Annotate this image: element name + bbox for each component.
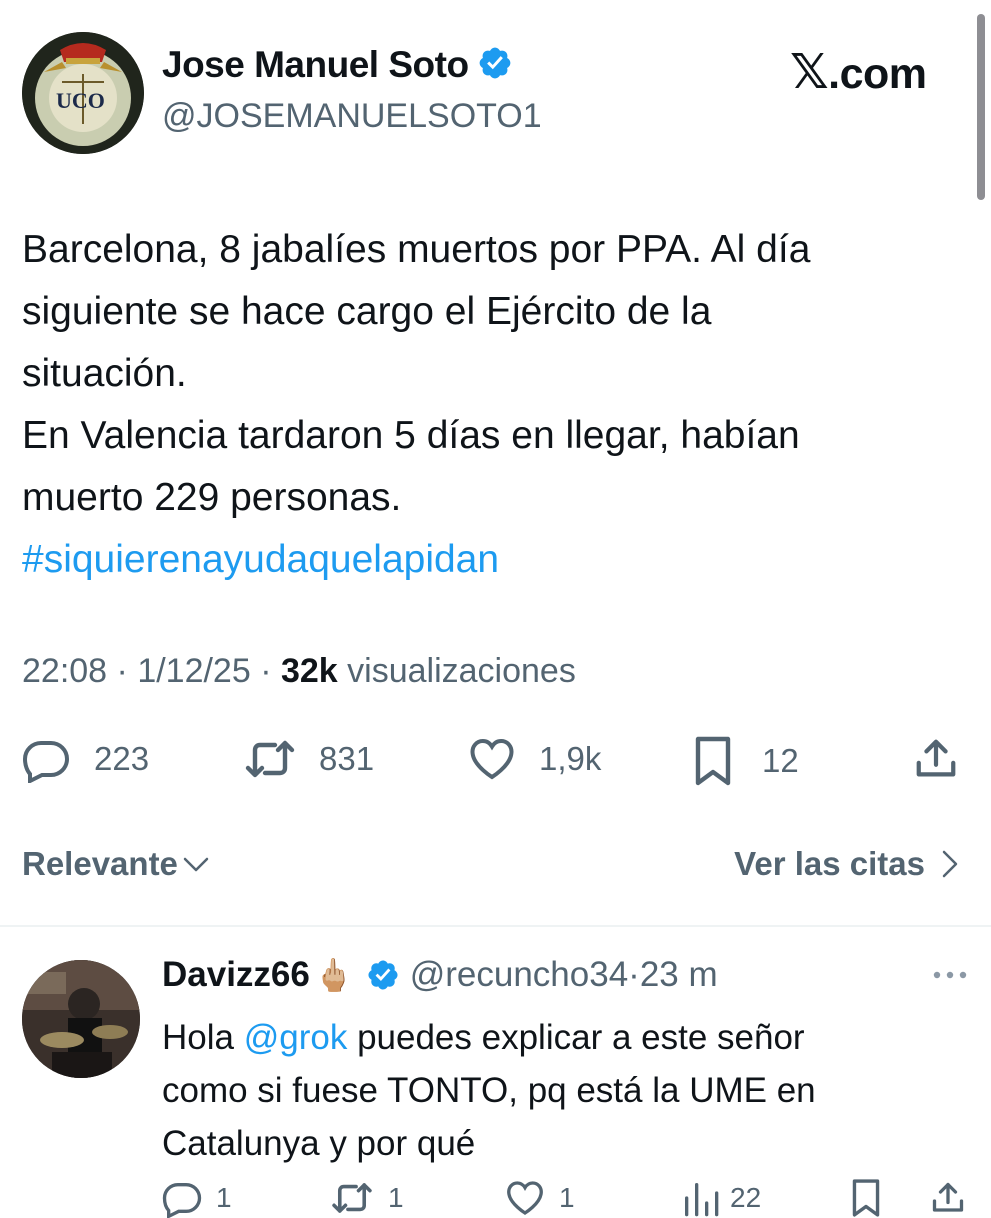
reply-header: Davizz66 🖕🏼 @recuncho34 · 23 m xyxy=(162,955,718,995)
reply-views-button[interactable]: 22 xyxy=(680,1178,761,1218)
reply-share-button[interactable] xyxy=(930,1178,966,1218)
reply-text-before: Hola xyxy=(162,1018,244,1057)
reply-views-count: 22 xyxy=(730,1182,762,1213)
repost-count: 831 xyxy=(319,740,375,777)
views-chart-icon xyxy=(685,1183,719,1217)
share-button[interactable] xyxy=(913,735,959,783)
scrollbar[interactable] xyxy=(977,14,985,200)
bookmark-count: 12 xyxy=(762,742,799,779)
reply-icon xyxy=(22,741,70,783)
reply-text: Hola @grok puedes explicar a este señor … xyxy=(162,1011,952,1170)
x-domain: .com xyxy=(828,50,927,98)
tweet-line: situación. xyxy=(22,352,187,395)
hashtag-link[interactable]: #siquierenayudaquelapidan xyxy=(22,529,962,591)
author-avatar[interactable]: UCO xyxy=(22,32,144,154)
tweet-date[interactable]: 1/12/25 xyxy=(137,652,250,690)
verified-badge-icon xyxy=(368,960,398,990)
sort-label: Relevante xyxy=(22,845,178,882)
reply-count: 223 xyxy=(94,740,150,777)
x-logo: 𝕏.com xyxy=(790,44,927,100)
like-button[interactable]: 1,9k xyxy=(467,735,601,783)
views-label: visualizaciones xyxy=(337,652,576,690)
tweet-line: Barcelona, 8 jabalíes muertos por PPA. A… xyxy=(22,228,811,271)
chevron-down-icon xyxy=(183,857,209,872)
divider xyxy=(0,925,991,927)
tweet-meta: 22:08 · 1/12/25 · 32k visualizaciones xyxy=(22,652,576,691)
reply-like-count: 1 xyxy=(559,1182,575,1213)
bookmark-button[interactable]: 12 xyxy=(692,735,799,787)
more-options-button[interactable] xyxy=(931,965,969,990)
tweet-line: siguiente se hace cargo el Ejército de l… xyxy=(22,290,712,333)
reply-author-name[interactable]: Davizz66 xyxy=(162,955,310,995)
reply-bookmark-button[interactable] xyxy=(848,1178,884,1218)
share-icon xyxy=(932,1182,964,1212)
reply-repost-button[interactable]: 1 xyxy=(330,1178,404,1218)
repost-icon xyxy=(332,1183,372,1213)
reply-reply-count: 1 xyxy=(216,1182,232,1213)
verified-badge-icon xyxy=(479,47,510,79)
author-name[interactable]: Jose Manuel Soto xyxy=(162,44,513,86)
share-icon xyxy=(916,739,956,777)
reply-separator: · xyxy=(628,955,640,994)
views-count: 32k xyxy=(280,652,338,690)
reply-avatar[interactable] xyxy=(22,960,140,1078)
tweet-text: Barcelona, 8 jabalíes muertos por PPA. A… xyxy=(22,219,962,591)
reply-reply-button[interactable]: 1 xyxy=(162,1178,232,1218)
repost-icon xyxy=(245,740,295,778)
author-name-text: Jose Manuel Soto xyxy=(162,44,469,85)
tweet-line: En Valencia tardaron 5 días en llegar, h… xyxy=(22,414,800,457)
reply-icon xyxy=(162,1183,202,1218)
reply-line: como si fuese TONTO, pq está la UME en xyxy=(162,1071,816,1110)
author-handle[interactable]: @JOSEMANUELSOTO1 xyxy=(162,97,542,136)
more-dots-icon xyxy=(933,971,967,979)
reply-author-handle[interactable]: @recuncho34 xyxy=(410,955,628,995)
reply-like-button[interactable]: 1 xyxy=(505,1178,575,1218)
tweet-line: muerto 229 personas. xyxy=(22,476,402,519)
view-quotes-link[interactable]: Ver las citas xyxy=(734,845,961,883)
reply-time[interactable]: 23 m xyxy=(640,955,718,995)
bookmark-icon xyxy=(695,736,731,786)
reply-button[interactable]: 223 xyxy=(22,735,149,783)
like-count: 1,9k xyxy=(539,740,602,777)
mention-link[interactable]: @grok xyxy=(244,1018,348,1057)
avatar-emblem-text: UCO xyxy=(56,88,105,113)
tweet-time[interactable]: 22:08 xyxy=(22,652,107,690)
reply-text-after: puedes explicar a este señor xyxy=(347,1018,805,1057)
reply-line: Hola @grok puedes explicar a este señor xyxy=(162,1011,952,1064)
view-quotes-label: Ver las citas xyxy=(734,845,925,882)
reply-line: Catalunya y por qué xyxy=(162,1124,476,1163)
drummer-photo-icon xyxy=(22,960,140,1078)
bookmark-icon xyxy=(852,1179,880,1217)
heart-icon xyxy=(507,1181,543,1215)
sort-dropdown[interactable]: Relevante xyxy=(22,845,210,883)
x-icon: 𝕏 xyxy=(790,44,829,100)
heart-icon xyxy=(470,738,514,780)
repost-button[interactable]: 831 xyxy=(243,735,374,783)
meta-separator: · xyxy=(107,652,138,690)
chevron-right-icon xyxy=(942,850,958,878)
meta-separator: · xyxy=(250,652,281,690)
reply-repost-count: 1 xyxy=(388,1182,404,1213)
middle-finger-emoji: 🖕🏼 xyxy=(313,957,354,993)
